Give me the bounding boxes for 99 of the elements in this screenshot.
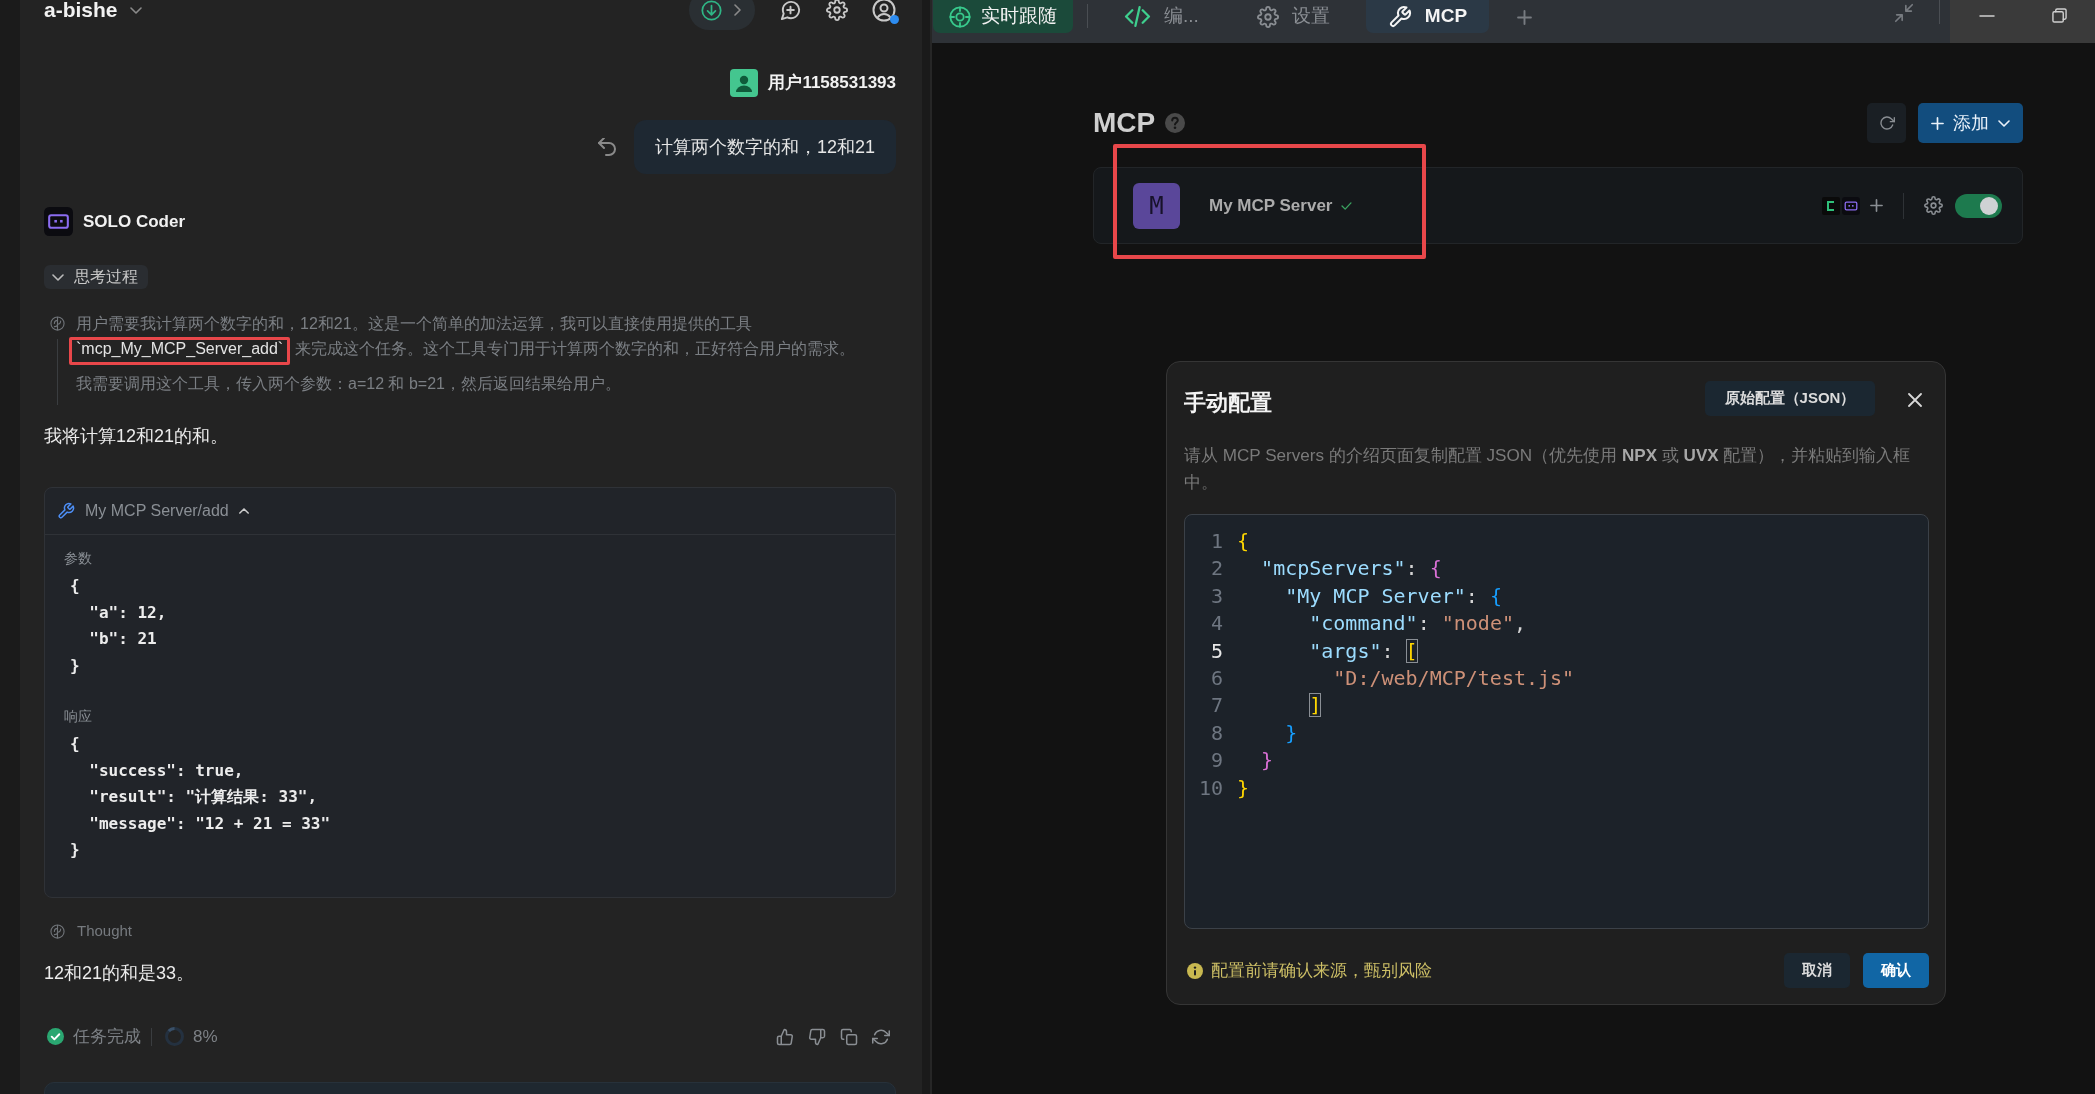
tab[interactable]: MCP: [1365, 0, 1490, 33]
page-title: MCP: [1093, 107, 1156, 139]
section-label: 参数: [64, 549, 93, 568]
section-label: 响应: [64, 707, 93, 726]
new-tab-icon[interactable]: [1517, 10, 1533, 25]
dialog-title: 手动配置: [1184, 388, 1272, 417]
confirm-button[interactable]: 确认: [1863, 953, 1929, 988]
download-pill-button[interactable]: [689, 0, 755, 30]
user-message-bubble: 计算两个数字的和，12和21: [633, 120, 896, 174]
wrench-icon: [1387, 4, 1412, 29]
server-name: My MCP Server: [1209, 194, 1333, 217]
terminal-badge-icon: [1822, 196, 1840, 215]
code-line: }: [70, 839, 81, 861]
add-tool-icon[interactable]: [1870, 199, 1883, 212]
code-line: }: [1236, 774, 1250, 802]
line-number: 10: [1197, 774, 1223, 802]
thumbs-down-icon[interactable]: [808, 1027, 826, 1046]
restore-icon[interactable]: [2051, 8, 2067, 23]
thinking-toggle[interactable]: 思考过程: [44, 265, 148, 289]
refresh-button[interactable]: [1867, 103, 1906, 143]
chevron-down-icon: [1998, 119, 2010, 127]
copy-icon[interactable]: [840, 1027, 858, 1046]
thought-paragraph: 我需要调用这个工具，传入两个参数：a=12 和 b=21，然后返回结果给用户。: [76, 374, 622, 394]
info-icon: [1187, 962, 1203, 979]
globe-icon: [50, 924, 65, 939]
code-line: }: [1260, 747, 1274, 775]
code-line: }: [1284, 719, 1298, 747]
line-number: 9: [1209, 747, 1223, 775]
code-line: {: [1236, 528, 1250, 555]
tab[interactable]: 设置: [1234, 0, 1352, 33]
user-avatar-icon: [730, 69, 759, 97]
new-chat-icon[interactable]: [779, 0, 802, 22]
code-line: "args": [: [1308, 637, 1418, 665]
code-line: "mcpServers": {: [1260, 555, 1442, 583]
message-text: 12和21的和是33。: [44, 961, 196, 985]
settings-icon: [1256, 5, 1279, 28]
add-button[interactable]: 添加: [1918, 103, 2023, 143]
spinner-ring-icon: [165, 1027, 184, 1046]
account-icon[interactable]: [872, 0, 896, 22]
toggle-switch[interactable]: [1955, 193, 2002, 218]
thumbs-up-icon[interactable]: [776, 1027, 794, 1046]
shrink-icon[interactable]: [1893, 2, 1915, 24]
server-card[interactable]: M My MCP Server: [1093, 167, 2023, 244]
agent-logo-icon: [44, 207, 73, 236]
json-editor-field[interactable]: 1 { 2 "mcpServers": { 3 "My MCP Server": { 4 "command": "node", 5 "args": [ 6 "D:/web/MCP/test.js" 7 ] 8 } 9 } 10 }: [1184, 514, 1929, 929]
server-avatar: M: [1133, 182, 1180, 229]
line-number: 5: [1209, 637, 1223, 665]
agent-badge-icon: [1842, 196, 1860, 215]
code-line: {: [70, 575, 81, 597]
code-line: "b": 21: [88, 628, 158, 650]
code-icon: [1124, 6, 1151, 27]
raw-json-button[interactable]: 原始配置（JSON）: [1705, 380, 1875, 416]
globe-icon: [50, 316, 65, 331]
download-icon: [701, 0, 722, 21]
regenerate-icon[interactable]: [872, 1027, 890, 1046]
chevron-right-icon: [734, 4, 741, 16]
code-line: "D:/web/MCP/test.js": [1332, 664, 1575, 692]
agent-name: SOLO Coder: [83, 210, 185, 233]
line-number: 3: [1209, 582, 1223, 610]
undo-icon[interactable]: [597, 137, 616, 157]
chevron-down-icon[interactable]: [129, 6, 142, 14]
notification-dot-icon: [890, 15, 899, 24]
settings-icon[interactable]: [1924, 196, 1943, 215]
status-label: 任务完成: [73, 1025, 141, 1048]
code-line: {: [70, 733, 81, 755]
plus-icon: [1931, 116, 1944, 130]
code-line: "success": true,: [88, 759, 245, 782]
line-number: 8: [1209, 719, 1223, 747]
line-number: 6: [1209, 664, 1223, 692]
chevron-down-icon: [52, 273, 64, 281]
dialog-description: 请从 MCP Servers 的介绍页面复制配置 JSON（优先使用 NPX 或 UVX 配置），并粘贴到输入框中。: [1184, 445, 1912, 494]
target-icon: [949, 5, 971, 28]
settings-icon[interactable]: [826, 0, 848, 21]
line-number: 2: [1209, 555, 1223, 583]
close-icon[interactable]: [1908, 393, 1922, 407]
code-line: ]: [1308, 692, 1322, 720]
user-name: 用户1158531393: [768, 72, 896, 95]
refresh-icon: [1878, 115, 1895, 131]
line-number: 7: [1209, 692, 1223, 720]
tool-call-header[interactable]: My MCP Server/add: [45, 488, 895, 535]
minimize-icon[interactable]: [1978, 15, 1995, 17]
code-line: "command": "node",: [1308, 610, 1526, 638]
thought-label: Thought: [77, 921, 133, 942]
code-line: "message": "12 + 21 = 33": [88, 812, 332, 835]
code-line: "a": 12,: [88, 601, 168, 624]
message-text: 我将计算12和21的和。: [44, 425, 230, 448]
warning-text: 配置前请确认来源，甄别风险: [1211, 959, 1432, 982]
project-name[interactable]: a-bishe: [44, 0, 118, 22]
context-usage: 8%: [193, 1025, 218, 1048]
cancel-button[interactable]: 取消: [1784, 953, 1850, 988]
tab[interactable]: 编...: [1102, 0, 1221, 33]
code-line: }: [70, 654, 81, 677]
follow-toggle[interactable]: 实时跟随: [933, 0, 1073, 33]
line-number: 1: [1209, 528, 1223, 555]
code-line: "My MCP Server": {: [1284, 582, 1502, 610]
wrench-icon: [57, 502, 75, 520]
line-number: 4: [1209, 610, 1223, 638]
code-line: "result": "计算结果: 33",: [88, 786, 319, 808]
thought-paragraph: 用户需要我计算两个数字的和，12和21。这是一个简单的加法运算，我可以直接使用提供的工具 `mcp_My_MCP_Server_add` 来完成这个任务。这个工具专门用于计算两个数字的和，正好符合用户的需求。: [76, 314, 856, 359]
